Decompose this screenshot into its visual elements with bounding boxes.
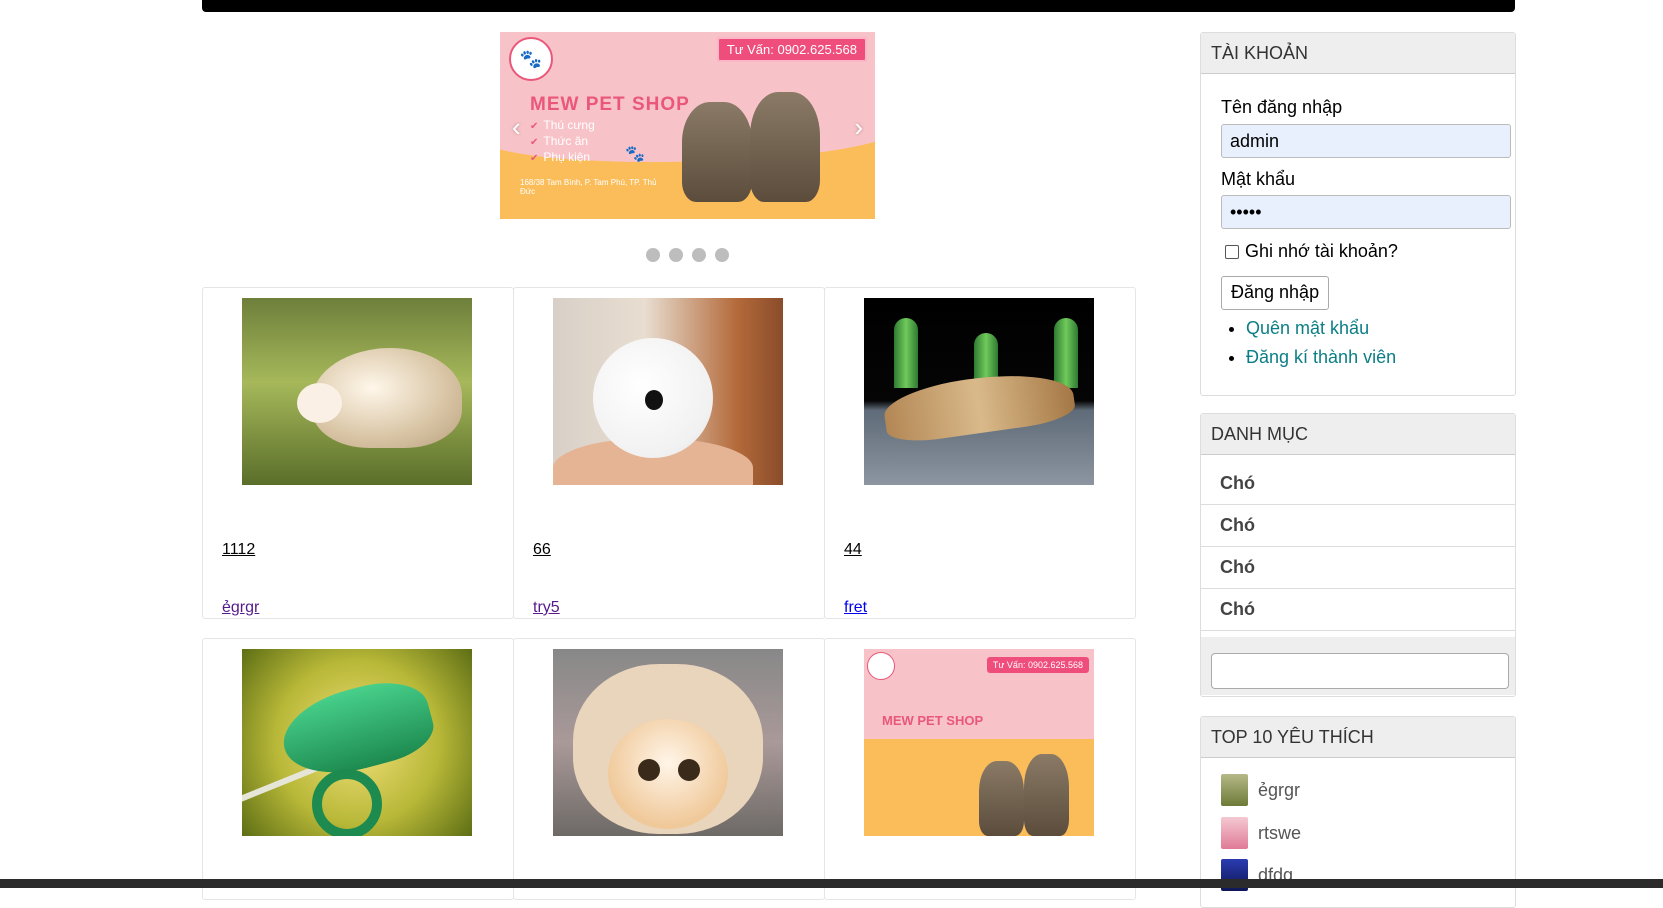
product-card: Tư Vấn: 0902.625.568 MEW PET SHOP <box>824 638 1136 900</box>
banner-service: Thức ăn <box>530 134 595 148</box>
product-name-link[interactable]: 44 <box>844 541 862 559</box>
carousel-dot[interactable] <box>669 248 683 262</box>
top10-thumbnail <box>1221 817 1248 849</box>
register-link[interactable]: Đăng kí thành viên <box>1246 347 1396 367</box>
remember-checkbox[interactable] <box>1225 245 1239 259</box>
categories-panel-title: DANH MỤC <box>1201 414 1515 455</box>
password-label: Mật khẩu <box>1221 169 1296 189</box>
carousel-dot[interactable] <box>646 248 660 262</box>
product-image-lizard[interactable] <box>864 298 1094 485</box>
category-item[interactable]: Chó <box>1201 547 1515 589</box>
carousel-next-button[interactable]: › <box>854 112 863 143</box>
top10-item[interactable]: rtswe <box>1221 817 1301 849</box>
top-navbar <box>202 0 1515 12</box>
carousel-indicators <box>646 248 729 262</box>
carousel-dot[interactable] <box>692 248 706 262</box>
product-category-link[interactable]: fret <box>844 599 867 617</box>
category-list: Chó Chó Chó Chó <box>1201 463 1515 631</box>
username-field[interactable] <box>1221 124 1511 158</box>
forgot-password-link[interactable]: Quên mật khẩu <box>1246 318 1369 338</box>
product-card: 66 try5 <box>513 287 825 619</box>
password-field[interactable] <box>1221 195 1511 229</box>
category-search-input[interactable] <box>1211 653 1509 689</box>
carousel-dot[interactable] <box>715 248 729 262</box>
top10-item-name: ẻgrgr <box>1258 779 1301 800</box>
mini-banner-hotline: Tư Vấn: 0902.625.568 <box>986 657 1089 673</box>
shop-logo-icon: 🐾 <box>509 37 553 81</box>
product-image-chameleon[interactable] <box>242 649 472 836</box>
product-image-shop-banner[interactable]: Tư Vấn: 0902.625.568 MEW PET SHOP <box>864 649 1094 836</box>
account-links: Quên mật khẩu Đăng kí thành viên <box>1221 318 1396 376</box>
product-card: 44 fret <box>824 287 1136 619</box>
product-image-hedgehog[interactable] <box>242 298 472 485</box>
product-name-link[interactable]: 1112 <box>222 541 255 559</box>
login-button[interactable]: Đăng nhập <box>1221 276 1330 310</box>
banner-hotline: Tư Vấn: 0902.625.568 <box>716 37 867 62</box>
top10-item-name: rtswe <box>1258 822 1302 843</box>
paw-icon: 🐾 <box>625 146 645 163</box>
banner-carousel: 🐾 Tư Vấn: 0902.625.568 MEW PET SHOP Thú … <box>500 32 875 219</box>
account-panel-title: TÀI KHOẢN <box>1201 33 1515 74</box>
product-image-bunny[interactable] <box>553 298 783 485</box>
product-image-cat[interactable] <box>553 649 783 836</box>
banner-slide: 🐾 Tư Vấn: 0902.625.568 MEW PET SHOP Thú … <box>500 32 875 219</box>
banner-address: 168/38 Tam Bình, P. Tam Phú, TP. Thủ Đức <box>520 178 657 196</box>
product-card <box>202 638 514 900</box>
mini-banner-shop-name: MEW PET SHOP <box>882 713 984 728</box>
top10-panel-title: TOP 10 YÊU THÍCH <box>1201 717 1515 758</box>
product-category-link[interactable]: try5 <box>533 599 560 617</box>
banner-service: Phụ kiện <box>530 150 595 164</box>
categories-panel: DANH MỤC Chó Chó Chó Chó <box>1200 413 1516 697</box>
account-link-item: Đăng kí thành viên <box>1246 347 1396 368</box>
banner-service: Thú cưng <box>530 118 594 132</box>
product-name-link[interactable]: 66 <box>533 541 551 559</box>
banner-cats-image <box>670 82 840 202</box>
carousel-prev-button[interactable]: ‹ <box>512 112 521 143</box>
username-label: Tên đăng nhập <box>1221 97 1343 117</box>
category-item[interactable]: Chó <box>1201 589 1515 631</box>
top10-thumbnail <box>1221 774 1248 806</box>
top10-item[interactable]: ẻgrgr <box>1221 774 1300 806</box>
remember-label[interactable]: Ghi nhớ tài khoản? <box>1245 241 1398 262</box>
shop-logo-icon <box>867 652 895 680</box>
account-link-item: Quên mật khẩu <box>1246 318 1396 339</box>
product-card <box>513 638 825 900</box>
account-panel: TÀI KHOẢN Tên đăng nhập Mật khẩu Ghi nhớ… <box>1200 32 1516 396</box>
category-item[interactable]: Chó <box>1201 463 1515 505</box>
product-card: 1112 ẻgrgr <box>202 287 514 619</box>
product-category-link[interactable]: ẻgrgr <box>222 599 259 617</box>
category-item[interactable]: Chó <box>1201 505 1515 547</box>
banner-shop-name: MEW PET SHOP <box>530 94 690 115</box>
window-bottom-bar <box>0 879 1663 888</box>
banner-service-list: Thú cưng Thức ăn Phụ kiện <box>530 118 595 166</box>
